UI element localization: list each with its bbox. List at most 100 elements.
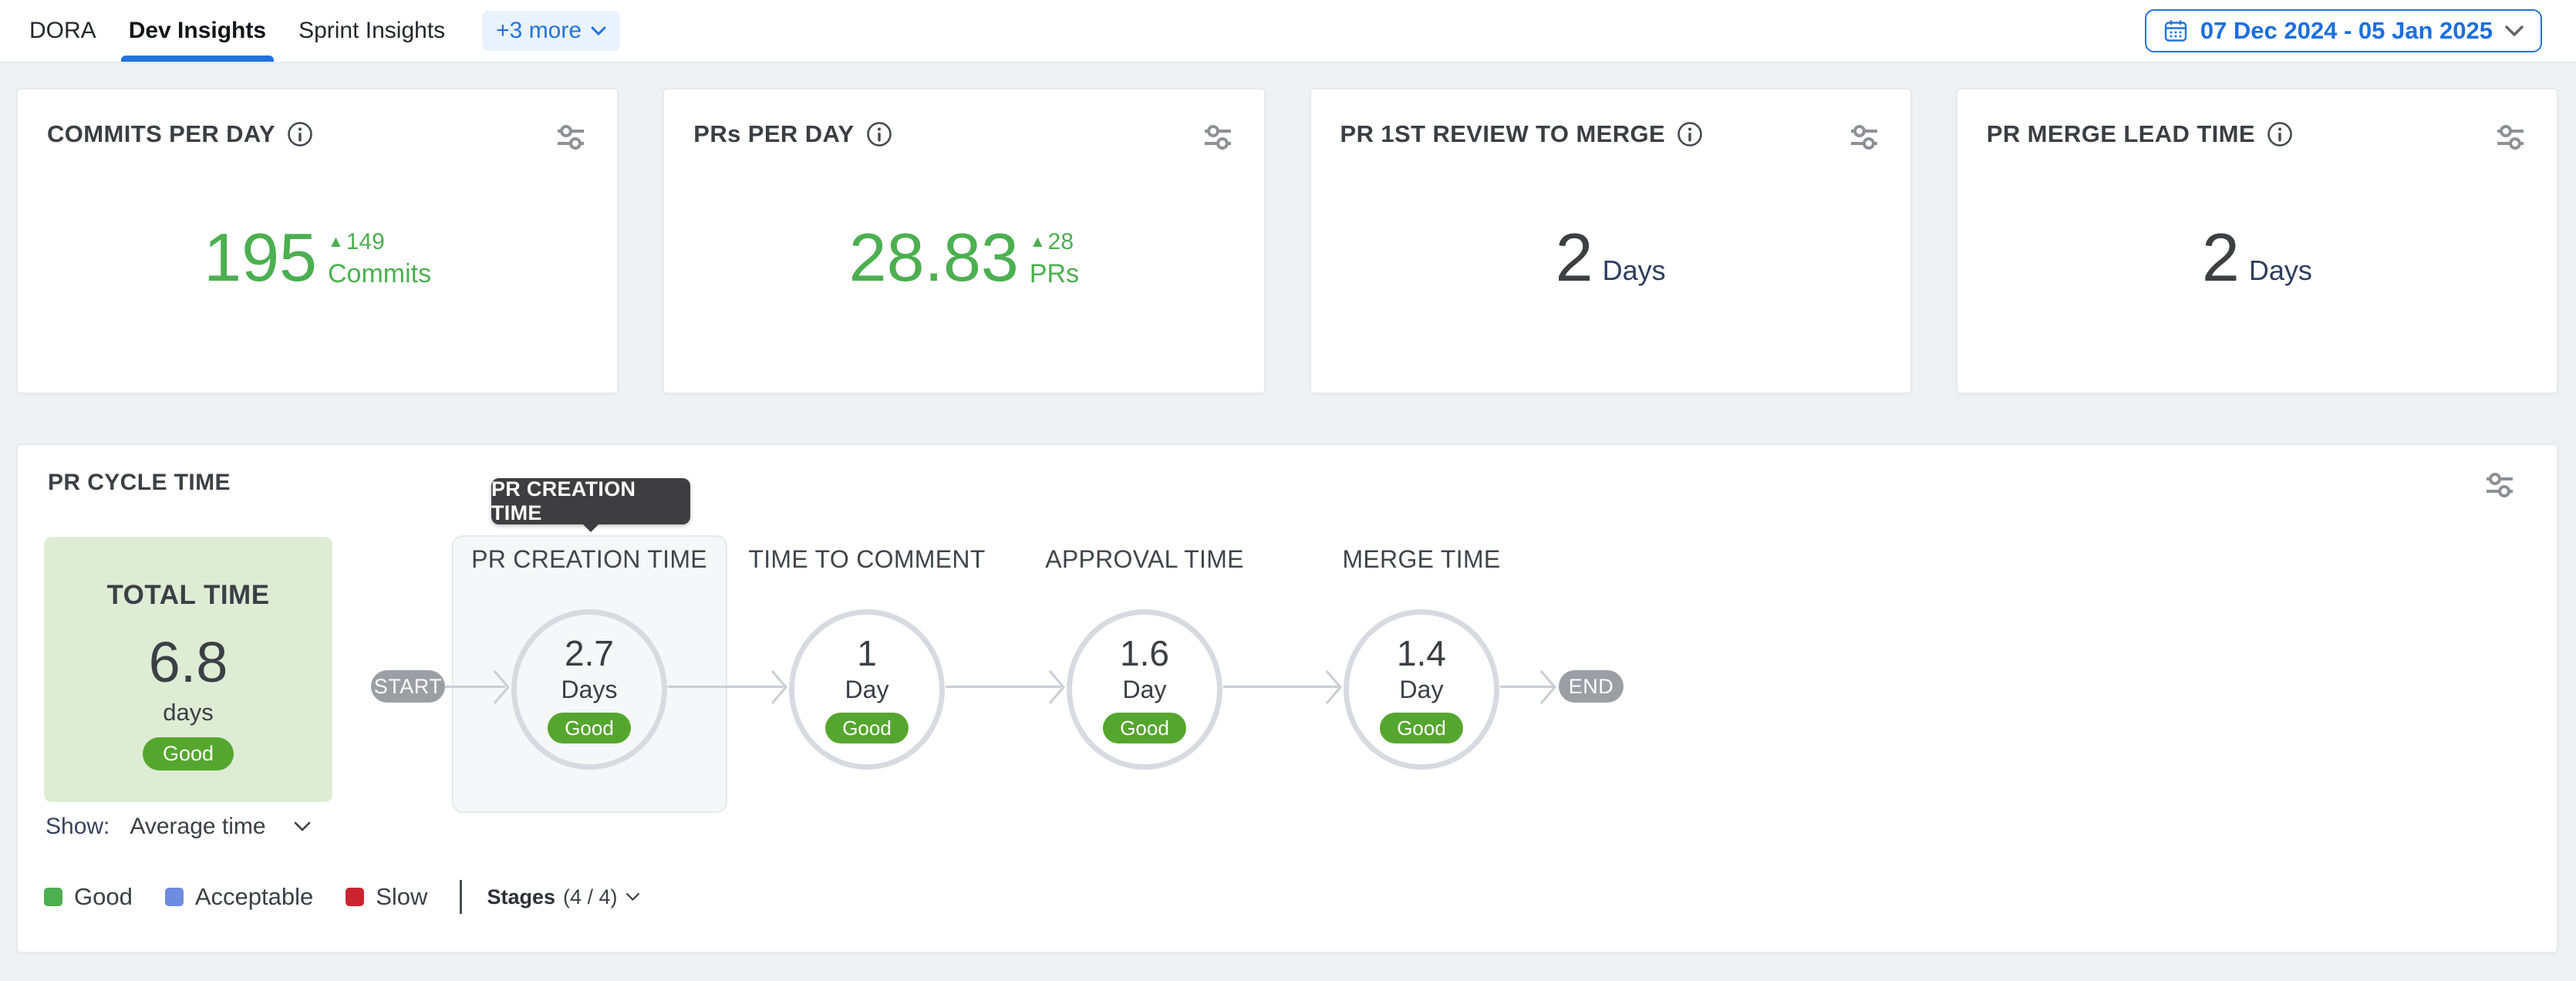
total-time-unit: days	[163, 699, 213, 726]
stage-approval-time[interactable]: APPROVAL TIME 1.6 Day Good	[1067, 545, 1222, 770]
pr-first-review-to-merge-card: PR 1ST REVIEW TO MERGE 2 Days	[1310, 88, 1912, 394]
stage-title: APPROVAL TIME	[1045, 545, 1244, 574]
card-title: PR MERGE LEAD TIME	[1987, 120, 2294, 148]
filter-sliders-icon[interactable]	[2493, 120, 2527, 154]
flow-connector	[1223, 686, 1338, 688]
tab-dev-insights[interactable]: Dev Insights	[129, 0, 266, 62]
card-title: PR 1ST REVIEW TO MERGE	[1340, 120, 1704, 148]
card-title-text: PR 1ST REVIEW TO MERGE	[1340, 120, 1666, 148]
metric-unit: Days	[2249, 257, 2312, 289]
metric-unit: PRs	[1030, 261, 1079, 287]
status-badge: Good	[825, 713, 909, 743]
status-badge: Good	[1380, 713, 1463, 743]
more-tabs-button[interactable]: +3 more	[482, 11, 620, 51]
stage-title: PR CREATION TIME	[471, 545, 707, 574]
flow-connector	[668, 686, 784, 688]
stages-filter-dropdown[interactable]: Stages (4 / 4)	[487, 885, 639, 909]
stage-circle: 1 Day Good	[789, 609, 945, 770]
stage-value: 2.7	[565, 635, 614, 671]
metric-unit: Days	[1603, 257, 1666, 289]
total-time-value: 6.8	[149, 634, 228, 691]
tab-list: DORA Dev Insights Sprint Insights +3 mor…	[29, 0, 620, 62]
legend-acceptable-label: Acceptable	[195, 883, 313, 911]
stage-merge-time[interactable]: MERGE TIME 1.4 Day Good	[1344, 545, 1499, 770]
arrow-right-icon	[1047, 669, 1066, 706]
info-icon[interactable]	[865, 120, 893, 148]
stage-value: 1.6	[1120, 635, 1169, 671]
show-label: Show:	[46, 814, 110, 840]
card-title-text: COMMITS PER DAY	[47, 120, 275, 148]
chevron-down-icon	[294, 821, 311, 832]
show-dropdown[interactable]: Show: Average time	[46, 814, 311, 840]
delta-value: 28	[1048, 231, 1074, 254]
flow-start-pill: START	[371, 670, 445, 703]
date-range-label: 07 Dec 2024 - 05 Jan 2025	[2200, 17, 2493, 45]
legend-slow-label: Slow	[376, 883, 427, 911]
calendar-icon	[2163, 19, 2188, 43]
show-selected-value: Average time	[130, 814, 265, 840]
status-badge: Good	[143, 737, 234, 770]
tab-dora[interactable]: DORA	[29, 0, 96, 62]
pr-merge-lead-time-card: PR MERGE LEAD TIME 2 Days	[1956, 88, 2558, 394]
more-tabs-label: +3 more	[496, 18, 582, 44]
arrow-up-icon: ▲	[1030, 234, 1046, 250]
info-icon[interactable]	[286, 120, 314, 148]
stage-circle: 2.7 Days Good	[511, 609, 667, 770]
stage-time-to-comment[interactable]: TIME TO COMMENT 1 Day Good	[789, 545, 945, 770]
metric-number: 2	[2202, 227, 2240, 289]
arrow-right-icon	[1324, 669, 1343, 706]
arrow-right-icon	[1539, 669, 1557, 706]
prs-per-day-card: PRs PER DAY 28.83 ▲ 28 PRs	[663, 88, 1265, 394]
metric-number: 28.83	[849, 227, 1019, 289]
stage-unit: Day	[1400, 677, 1444, 702]
metric-delta: ▲ 28	[1030, 231, 1074, 254]
info-icon[interactable]	[2266, 120, 2294, 148]
metric-value: 2 Days	[1556, 227, 1666, 289]
metric-number: 2	[1556, 227, 1593, 289]
section-title: PR CYCLE TIME	[48, 470, 231, 496]
chevron-down-icon	[591, 26, 606, 36]
pr-cycle-time-card: PR CYCLE TIME TOTAL TIME 6.8 days Good S…	[16, 443, 2558, 953]
card-title-text: PRs PER DAY	[693, 120, 854, 148]
legend-slow-swatch	[346, 888, 364, 906]
stage-circle: 1.4 Day Good	[1344, 609, 1499, 770]
card-title: PRs PER DAY	[693, 120, 892, 148]
legend: Good Acceptable Slow Stages (4 / 4)	[44, 880, 640, 914]
arrow-right-icon	[492, 669, 511, 706]
total-time-box: TOTAL TIME 6.8 days Good	[44, 537, 332, 802]
flow-end-pill: END	[1559, 670, 1623, 703]
filter-sliders-icon[interactable]	[554, 120, 588, 154]
metric-value: 28.83 ▲ 28 PRs	[849, 227, 1079, 289]
stage-unit: Day	[845, 677, 889, 702]
stage-title: TIME TO COMMENT	[748, 545, 985, 574]
date-range-picker[interactable]: 07 Dec 2024 - 05 Jan 2025	[2145, 9, 2542, 52]
status-badge: Good	[1103, 713, 1186, 743]
tab-sprint-insights[interactable]: Sprint Insights	[298, 0, 445, 62]
filter-sliders-icon[interactable]	[2483, 468, 2517, 502]
filter-sliders-icon[interactable]	[1847, 120, 1881, 154]
status-badge: Good	[548, 713, 631, 743]
metric-number: 195	[204, 227, 317, 289]
card-title-text: PR MERGE LEAD TIME	[1987, 120, 2255, 148]
stage-value: 1	[857, 635, 877, 671]
stage-title: MERGE TIME	[1342, 545, 1500, 574]
stage-tooltip: PR CREATION TIME	[491, 478, 690, 524]
stage-pr-creation-time[interactable]: PR CREATION TIME 2.7 Days Good	[511, 545, 667, 770]
commits-per-day-card: COMMITS PER DAY 195 ▲ 149 Commits	[16, 88, 619, 394]
stages-filter-count: (4 / 4)	[563, 885, 618, 909]
info-icon[interactable]	[1676, 120, 1704, 148]
delta-value: 149	[346, 231, 385, 254]
metric-delta: ▲ 149	[328, 231, 385, 254]
stage-unit: Days	[561, 677, 618, 702]
metric-value: 195 ▲ 149 Commits	[204, 227, 431, 289]
filter-sliders-icon[interactable]	[1201, 120, 1235, 154]
flow-connector	[946, 686, 1061, 688]
total-time-label: TOTAL TIME	[106, 580, 269, 611]
stage-value: 1.4	[1397, 635, 1446, 671]
metric-cards-row: COMMITS PER DAY 195 ▲ 149 Commits	[16, 88, 2558, 394]
legend-good-label: Good	[74, 883, 133, 911]
stage-circle: 1.6 Day Good	[1067, 609, 1222, 770]
arrow-right-icon	[770, 669, 788, 706]
stage-unit: Day	[1123, 677, 1167, 702]
chevron-down-icon	[625, 892, 640, 902]
